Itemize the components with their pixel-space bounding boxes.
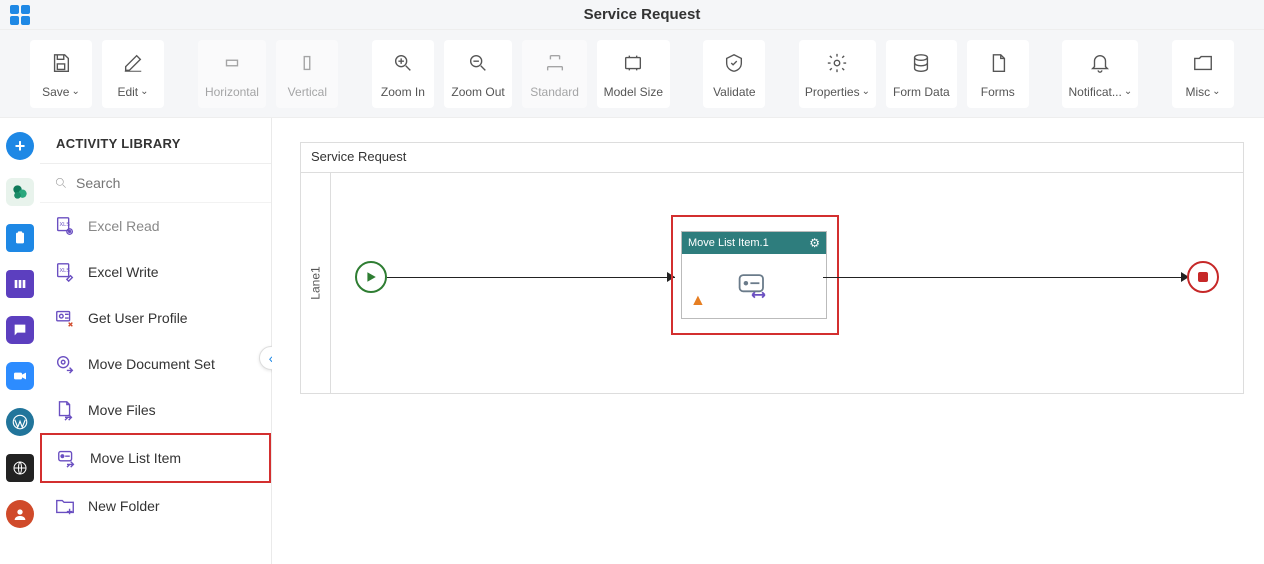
misc-button[interactable]: Misc⌄ bbox=[1172, 40, 1234, 108]
misc-icon bbox=[1192, 51, 1214, 75]
zoom-out-button[interactable]: Zoom Out bbox=[444, 40, 512, 108]
properties-icon bbox=[826, 51, 848, 75]
chevron-down-icon: ⌄ bbox=[1124, 86, 1132, 97]
activity-label: Get User Profile bbox=[88, 310, 188, 326]
save-icon bbox=[50, 51, 72, 75]
validate-icon bbox=[723, 51, 745, 75]
activity-list: XLS Excel Read XLS Excel Write Get User … bbox=[40, 203, 271, 529]
gear-icon[interactable]: ⚙ bbox=[809, 236, 820, 250]
avatar-icon[interactable] bbox=[6, 500, 34, 528]
activity-item-get-user-profile[interactable]: Get User Profile bbox=[40, 295, 271, 341]
form-data-icon bbox=[910, 51, 932, 75]
chevron-down-icon: ⌄ bbox=[862, 86, 870, 97]
new-folder-icon bbox=[54, 495, 76, 517]
vertical-button: Vertical bbox=[276, 40, 338, 108]
user-profile-icon bbox=[54, 307, 76, 329]
node-body: ▲ bbox=[682, 254, 826, 316]
forms-button[interactable]: Forms bbox=[967, 40, 1029, 108]
zoom-out-icon bbox=[467, 51, 489, 75]
connector bbox=[387, 277, 675, 278]
clipboard-icon[interactable] bbox=[6, 224, 34, 252]
canvas-wrap: Service Request Lane1 Move List Item.1 ⚙ bbox=[272, 118, 1264, 564]
save-button[interactable]: Save⌄ bbox=[30, 40, 92, 108]
lane-content: Move List Item.1 ⚙ ▲ bbox=[331, 173, 1243, 393]
search-input[interactable] bbox=[76, 175, 257, 191]
edit-button[interactable]: Edit⌄ bbox=[102, 40, 164, 108]
lane-label-cell: Lane1 bbox=[301, 173, 331, 393]
standard-button: Standard bbox=[522, 40, 587, 108]
activity-item-excel-read[interactable]: XLS Excel Read bbox=[40, 203, 271, 249]
wordpress-icon[interactable] bbox=[6, 408, 34, 436]
vertical-icon bbox=[296, 51, 318, 75]
activity-label: New Folder bbox=[88, 498, 160, 514]
notification-button[interactable]: Notificat... ⌄ bbox=[1062, 40, 1138, 108]
svg-text:XLS: XLS bbox=[60, 222, 71, 228]
columns-icon[interactable] bbox=[6, 270, 34, 298]
activity-item-new-folder[interactable]: New Folder bbox=[40, 483, 271, 529]
chevron-down-icon: ⌄ bbox=[140, 86, 148, 97]
standard-icon bbox=[544, 51, 566, 75]
zoom-in-button[interactable]: Zoom In bbox=[372, 40, 434, 108]
activity-item-excel-write[interactable]: XLS Excel Write bbox=[40, 249, 271, 295]
workflow-canvas[interactable]: Service Request Lane1 Move List Item.1 ⚙ bbox=[300, 142, 1244, 394]
validate-button[interactable]: Validate bbox=[703, 40, 765, 108]
activity-label: Move Files bbox=[88, 402, 156, 418]
activity-library-panel: ACTIVITY LIBRARY XLS Excel Read XLS Exce… bbox=[40, 118, 272, 564]
toolbar: Save⌄ Edit⌄ Horizontal Vertical Zoom In … bbox=[0, 30, 1264, 118]
chat-icon[interactable] bbox=[6, 316, 34, 344]
search-row bbox=[40, 164, 271, 203]
node-header: Move List Item.1 ⚙ bbox=[682, 232, 826, 254]
node-title: Move List Item.1 bbox=[688, 237, 769, 249]
sharepoint-icon[interactable] bbox=[6, 178, 34, 206]
app-header: Service Request bbox=[0, 0, 1264, 30]
activity-label: Move Document Set bbox=[88, 356, 215, 372]
model-size-button[interactable]: Model Size bbox=[597, 40, 670, 108]
connector bbox=[823, 277, 1189, 278]
sidebar-title: ACTIVITY LIBRARY bbox=[40, 118, 271, 164]
zoom-in-icon bbox=[392, 51, 414, 75]
notification-icon bbox=[1089, 51, 1111, 75]
canvas-title: Service Request bbox=[301, 143, 1243, 173]
excel-write-icon: XLS bbox=[54, 261, 76, 283]
model-size-icon bbox=[622, 51, 644, 75]
globe-icon[interactable] bbox=[6, 454, 34, 482]
app-launcher-icon[interactable] bbox=[10, 5, 30, 25]
video-icon[interactable] bbox=[6, 362, 34, 390]
end-node[interactable] bbox=[1187, 261, 1219, 293]
svg-text:XLS: XLS bbox=[60, 268, 71, 274]
activity-label: Excel Read bbox=[88, 218, 160, 234]
activity-label: Move List Item bbox=[90, 450, 181, 466]
horizontal-icon bbox=[221, 51, 243, 75]
forms-icon bbox=[987, 51, 1009, 75]
search-icon bbox=[54, 174, 68, 192]
page-title: Service Request bbox=[30, 6, 1254, 23]
properties-button[interactable]: Properties⌄ bbox=[799, 40, 876, 108]
chevron-down-icon: ⌄ bbox=[71, 86, 79, 97]
activity-item-move-files[interactable]: Move Files bbox=[40, 387, 271, 433]
play-icon bbox=[365, 271, 377, 283]
start-node[interactable] bbox=[355, 261, 387, 293]
activity-item-move-list-item[interactable]: Move List Item bbox=[40, 433, 271, 483]
excel-read-icon: XLS bbox=[54, 215, 76, 237]
move-document-set-icon bbox=[54, 353, 76, 375]
workflow-node-move-list-item[interactable]: Move List Item.1 ⚙ ▲ bbox=[681, 231, 827, 319]
main: + ACTIVITY LIBRARY XLS Excel Read XLS Ex… bbox=[0, 118, 1264, 564]
edit-icon bbox=[122, 51, 144, 75]
activity-label: Excel Write bbox=[88, 264, 159, 280]
icon-rail: + bbox=[0, 118, 40, 564]
move-files-icon bbox=[54, 399, 76, 421]
add-button[interactable]: + bbox=[6, 132, 34, 160]
chevron-down-icon: ⌄ bbox=[1212, 86, 1220, 97]
lane-label: Lane1 bbox=[309, 266, 323, 299]
horizontal-button: Horizontal bbox=[198, 40, 267, 108]
activity-item-move-document-set[interactable]: Move Document Set bbox=[40, 341, 271, 387]
warning-icon: ▲ bbox=[690, 292, 706, 310]
move-list-item-icon bbox=[56, 447, 78, 469]
form-data-button[interactable]: Form Data bbox=[886, 40, 957, 108]
move-list-item-icon bbox=[736, 271, 772, 299]
